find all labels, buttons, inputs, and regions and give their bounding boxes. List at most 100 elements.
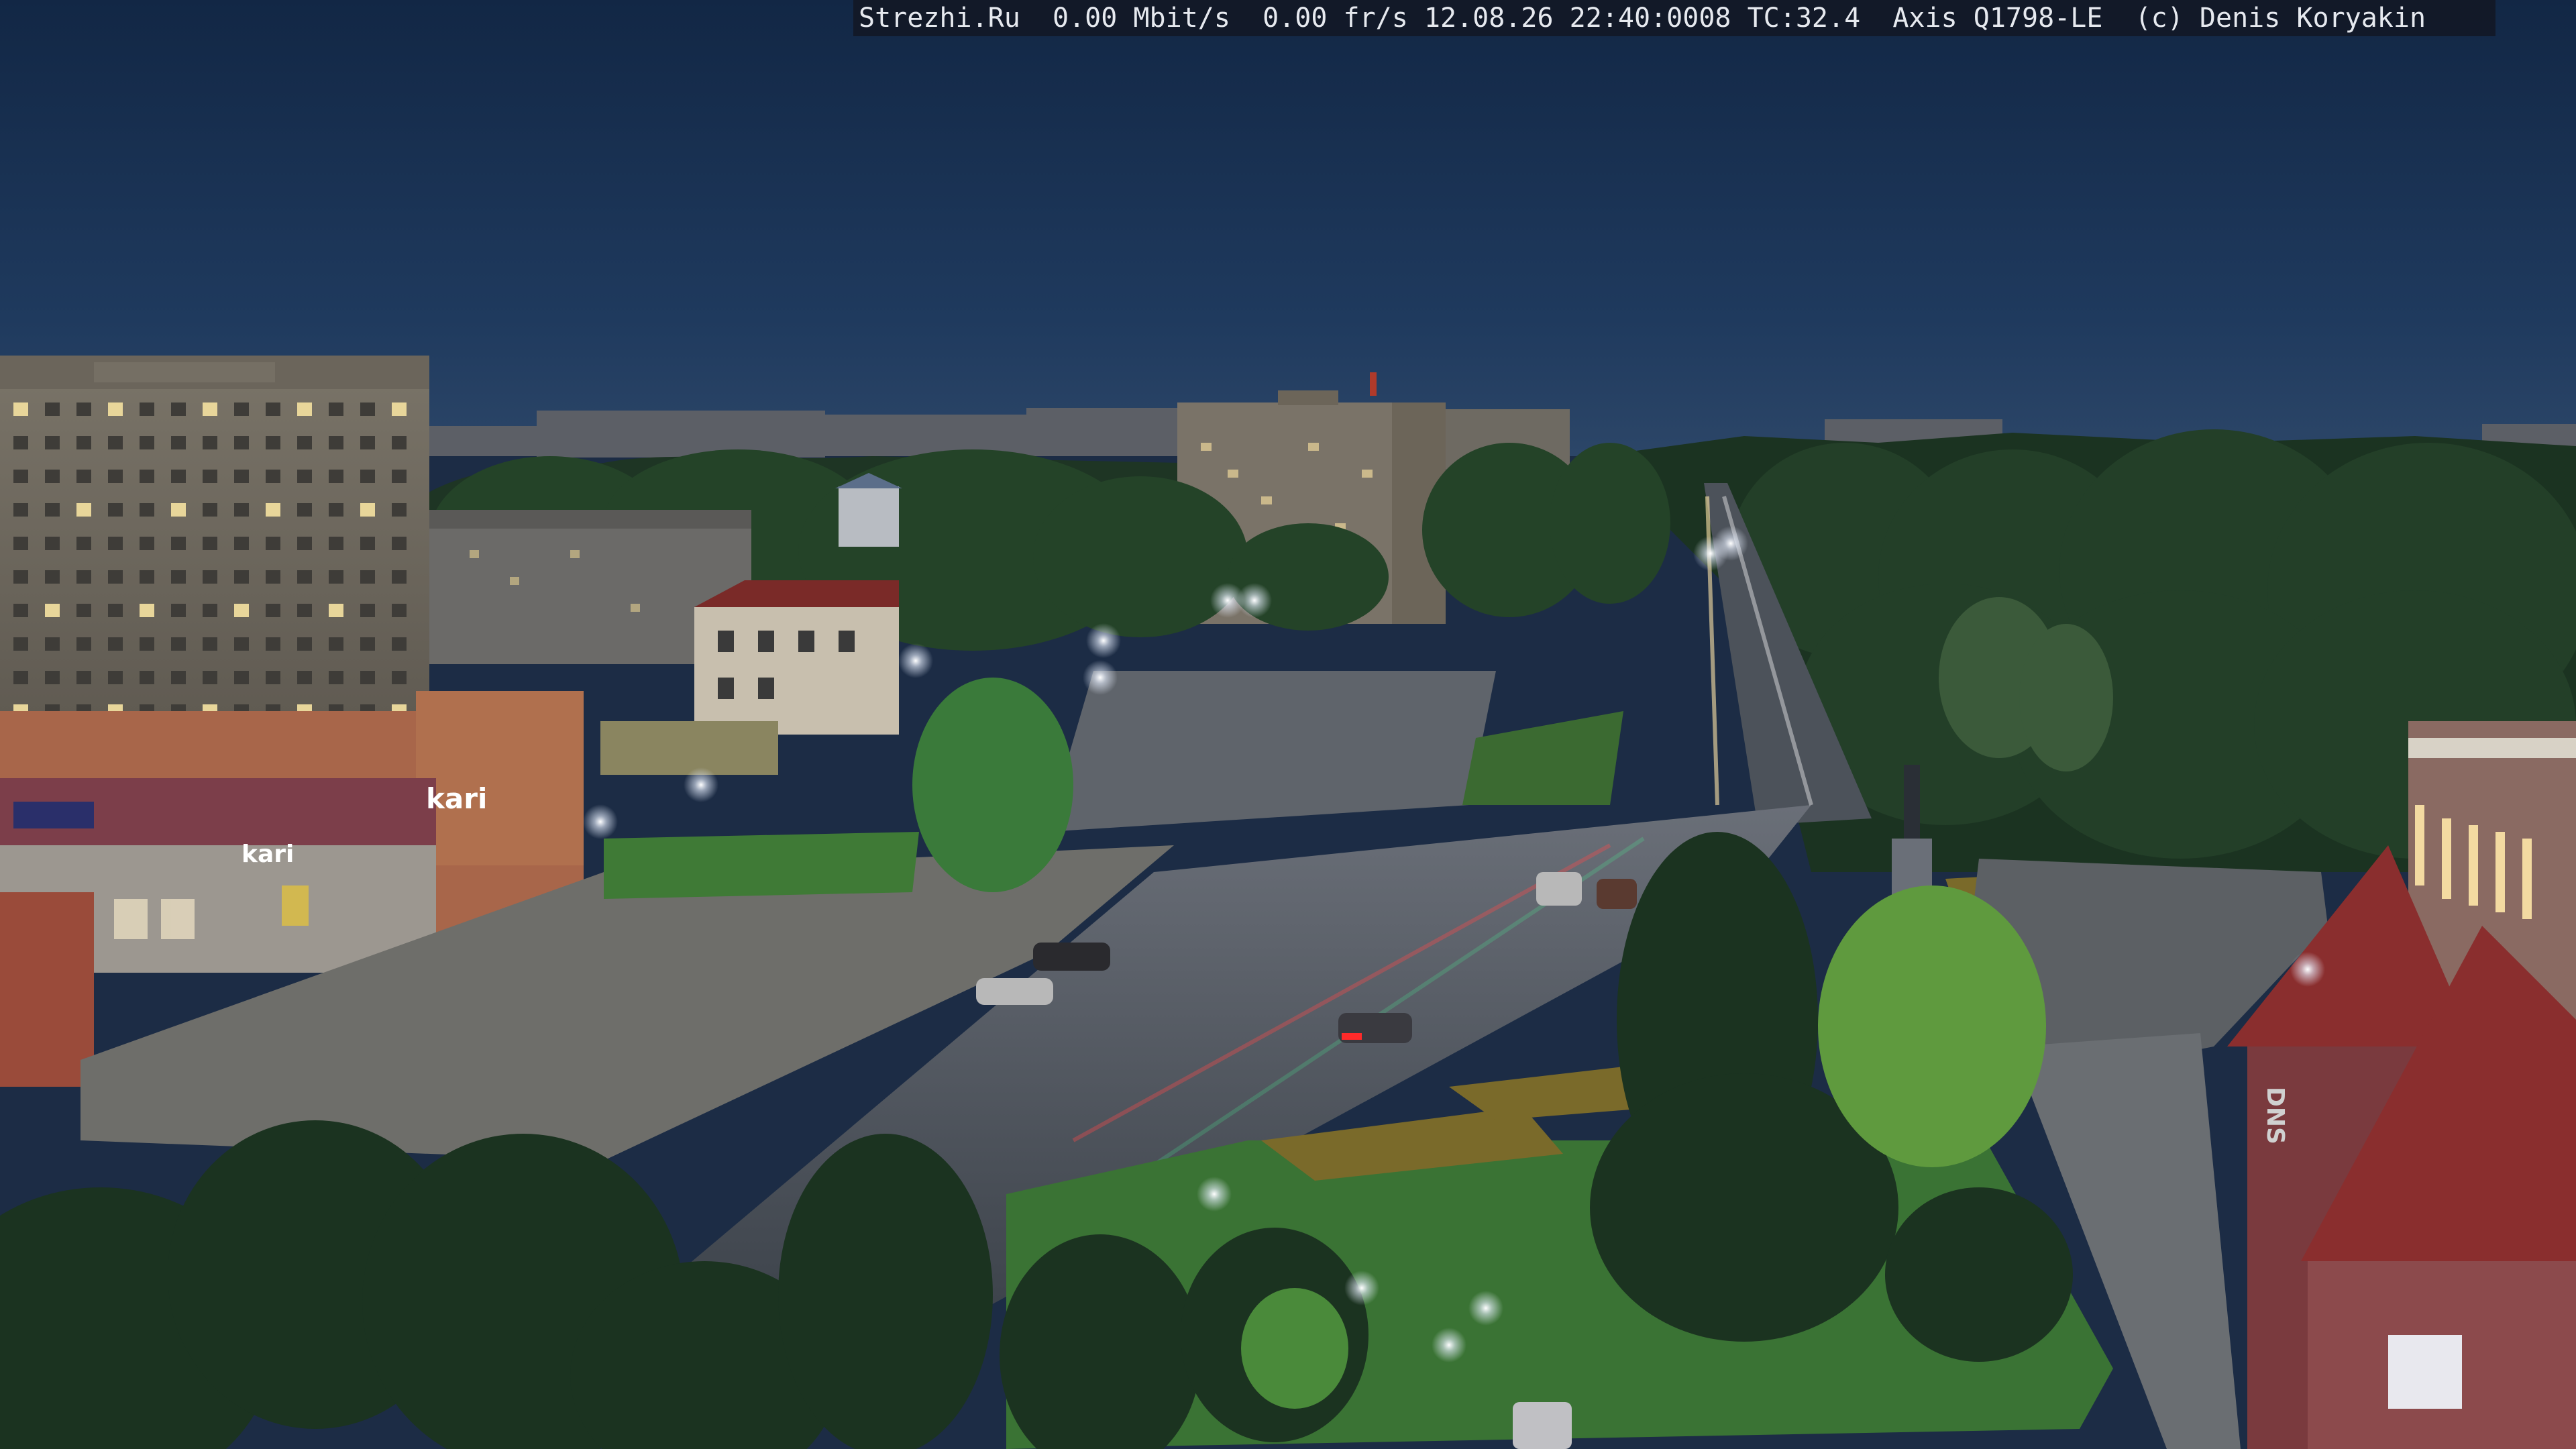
window xyxy=(45,570,60,584)
window xyxy=(13,604,28,617)
window xyxy=(171,604,186,617)
window xyxy=(360,671,375,684)
window xyxy=(329,570,343,584)
window xyxy=(392,470,407,483)
window xyxy=(45,503,60,517)
window xyxy=(13,470,28,483)
window xyxy=(108,637,123,651)
window xyxy=(329,402,343,416)
window xyxy=(171,637,186,651)
window xyxy=(76,637,91,651)
window xyxy=(234,402,249,416)
red-roof-house xyxy=(694,580,899,735)
window xyxy=(360,503,375,517)
window xyxy=(76,604,91,617)
kiosk-building xyxy=(600,721,778,775)
lamp-glow xyxy=(1197,1177,1232,1212)
window xyxy=(329,604,343,617)
lamp-glow xyxy=(684,767,718,802)
window xyxy=(297,537,312,550)
window xyxy=(234,436,249,449)
copyright-text: (c) Denis Koryakin xyxy=(2135,3,2426,34)
window xyxy=(45,671,60,684)
window xyxy=(76,671,91,684)
window xyxy=(45,537,60,550)
tc-readout: TC:32.4 xyxy=(1747,3,1861,34)
window xyxy=(171,537,186,550)
window xyxy=(266,537,280,550)
window xyxy=(13,570,28,584)
window xyxy=(392,402,407,416)
window xyxy=(297,402,312,416)
window xyxy=(140,537,154,550)
window xyxy=(392,537,407,550)
lamp-glow xyxy=(1344,1271,1379,1305)
window xyxy=(13,671,28,684)
window xyxy=(140,570,154,584)
window xyxy=(203,436,217,449)
lamp-glow xyxy=(1468,1291,1503,1326)
window xyxy=(108,470,123,483)
window xyxy=(45,402,60,416)
window xyxy=(108,537,123,550)
window xyxy=(266,570,280,584)
window xyxy=(297,470,312,483)
window xyxy=(203,637,217,651)
window xyxy=(76,570,91,584)
window xyxy=(45,470,60,483)
window xyxy=(203,503,217,517)
lit-tree-left xyxy=(912,678,1073,892)
grass-median xyxy=(1462,711,1623,805)
window xyxy=(360,470,375,483)
window xyxy=(392,637,407,651)
camera-model: Axis Q1798-LE xyxy=(1892,3,2103,34)
window xyxy=(13,637,28,651)
window xyxy=(297,503,312,517)
window xyxy=(171,570,186,584)
window xyxy=(234,503,249,517)
window xyxy=(234,671,249,684)
window xyxy=(297,436,312,449)
window xyxy=(266,503,280,517)
window xyxy=(234,537,249,550)
window xyxy=(140,637,154,651)
window xyxy=(76,402,91,416)
kari-sign-small: kari xyxy=(241,841,294,868)
kari-sign-large: kari xyxy=(426,782,487,815)
window xyxy=(392,503,407,517)
window xyxy=(329,470,343,483)
window xyxy=(171,402,186,416)
window xyxy=(360,637,375,651)
window xyxy=(329,637,343,651)
window xyxy=(392,436,407,449)
window xyxy=(234,604,249,617)
window xyxy=(297,570,312,584)
bitrate-readout: 0.00 Mbit/s xyxy=(1053,3,1230,34)
window xyxy=(297,671,312,684)
window xyxy=(13,402,28,416)
lamp-glow xyxy=(583,804,618,839)
window xyxy=(266,604,280,617)
window xyxy=(392,604,407,617)
window xyxy=(13,436,28,449)
window xyxy=(234,570,249,584)
window xyxy=(329,537,343,550)
small-tower xyxy=(835,473,902,547)
window xyxy=(266,671,280,684)
window xyxy=(266,637,280,651)
window xyxy=(140,402,154,416)
plaza xyxy=(1046,671,1496,832)
webcam-frame: kari kari DNS Strezhi.Ru 0.00 Mbit/s 0.0… xyxy=(0,0,2576,1449)
window xyxy=(108,503,123,517)
window xyxy=(360,402,375,416)
window xyxy=(171,503,186,517)
window xyxy=(360,570,375,584)
window xyxy=(108,671,123,684)
window xyxy=(45,604,60,617)
framerate-readout: 0.00 fr/s xyxy=(1263,3,1408,34)
grass-left xyxy=(604,832,919,899)
window xyxy=(297,637,312,651)
lamp-glow xyxy=(1086,623,1121,658)
window xyxy=(203,470,217,483)
window xyxy=(392,671,407,684)
